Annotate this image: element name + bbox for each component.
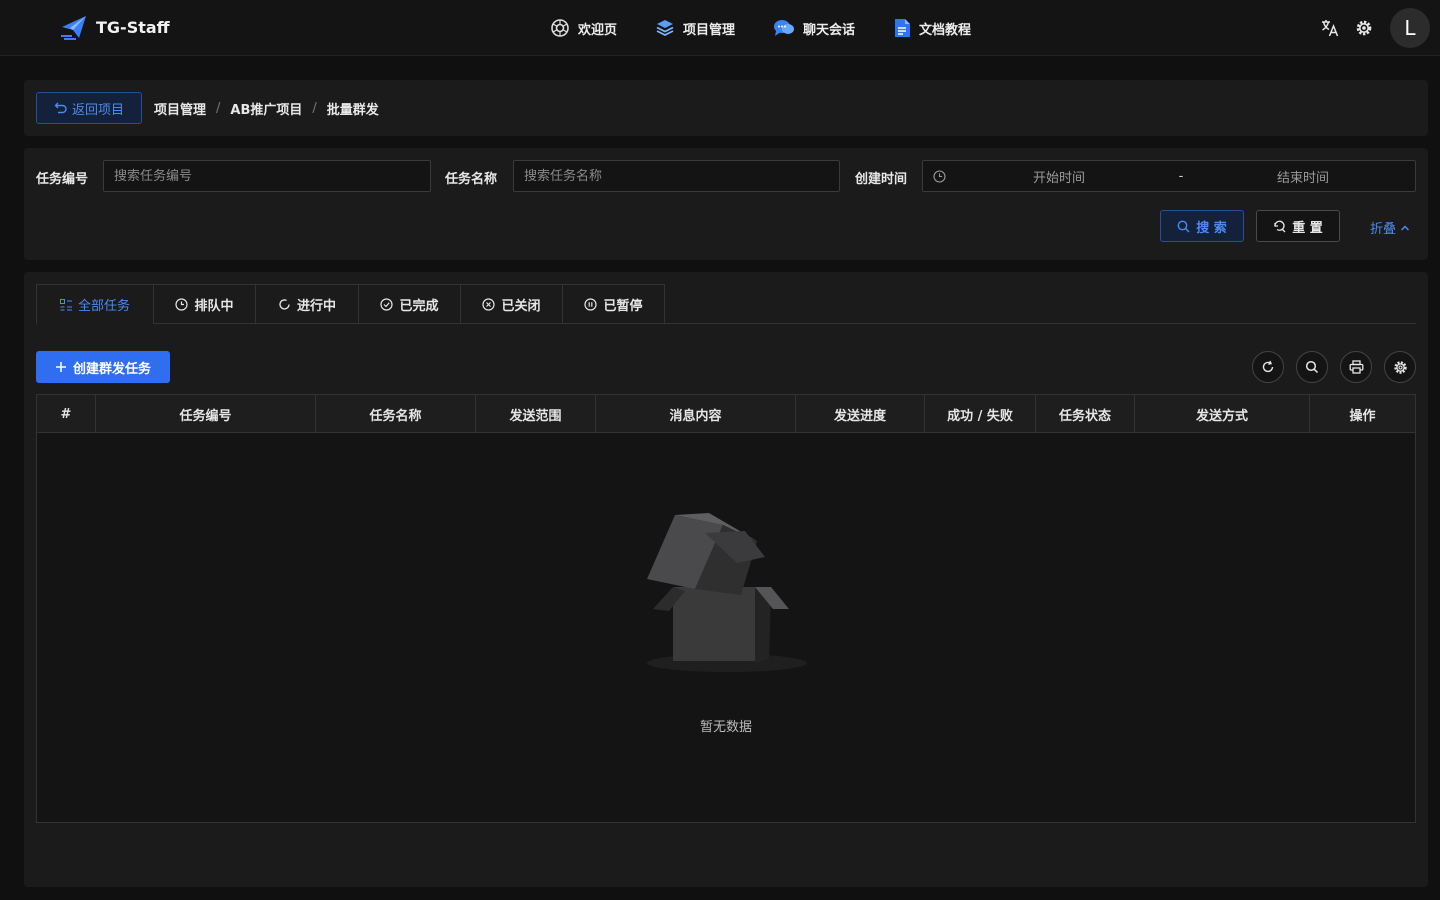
- create-label: 创建群发任务: [72, 361, 151, 377]
- search-icon: [1177, 220, 1190, 232]
- col-index: #: [37, 395, 96, 433]
- openai-icon: [551, 19, 569, 37]
- tab-all-tasks[interactable]: 全部任务: [36, 284, 153, 325]
- nav-label-welcome: 欢迎页: [578, 22, 618, 38]
- pause-circle-icon: [584, 297, 598, 311]
- tab-completed[interactable]: 已完成: [358, 284, 460, 324]
- col-task-no: 任务编号: [96, 395, 316, 433]
- table-body: 暂无数据: [37, 433, 1415, 822]
- chevron-up-icon: [1400, 224, 1410, 231]
- tab-closed[interactable]: 已关闭: [460, 284, 562, 324]
- created-time-label: 创建时间: [855, 172, 908, 187]
- tab-label: 已关闭: [501, 298, 541, 314]
- start-time-field[interactable]: 开始时间: [947, 167, 1171, 186]
- col-send-method: 发送方式: [1135, 395, 1310, 433]
- filter-panel: 任务编号 任务名称 创建时间 开始时间 - 结束时间 搜 索 重 置 折叠: [24, 148, 1428, 260]
- task-no-input[interactable]: [103, 160, 431, 192]
- back-label: 返回项目: [71, 102, 124, 118]
- nav-item-docs[interactable]: 文档教程: [893, 18, 971, 38]
- tab-label: 已完成: [399, 298, 439, 314]
- refresh-button[interactable]: [1252, 351, 1284, 383]
- breadcrumb-panel: 返回项目 项目管理 / AB推广项目 / 批量群发: [24, 80, 1428, 136]
- print-button[interactable]: [1340, 351, 1372, 383]
- end-time-field[interactable]: 结束时间: [1191, 167, 1415, 186]
- reset-button[interactable]: 重 置: [1256, 210, 1340, 242]
- task-table: # 任务编号 任务名称 发送范围 消息内容 发送进度 成功 / 失败 任务状态 …: [36, 394, 1416, 823]
- plus-icon: [55, 362, 66, 372]
- header-actions: L: [1320, 8, 1430, 48]
- back-to-project-button[interactable]: 返回项目: [36, 92, 142, 124]
- tab-label: 进行中: [296, 298, 336, 314]
- search-label: 搜 索: [1196, 220, 1227, 236]
- clock-icon: [175, 297, 189, 311]
- tab-queued[interactable]: 排队中: [153, 284, 255, 324]
- table-header: # 任务编号 任务名称 发送范围 消息内容 发送进度 成功 / 失败 任务状态 …: [37, 395, 1415, 433]
- fold-label: 折叠: [1370, 222, 1397, 237]
- breadcrumb-separator: /: [312, 101, 317, 116]
- nav-item-projects[interactable]: 项目管理: [655, 18, 735, 38]
- nav-item-chats[interactable]: 聊天会话: [773, 18, 855, 38]
- create-broadcast-task-button[interactable]: 创建群发任务: [36, 351, 170, 383]
- empty-state-text: 暂无数据: [699, 720, 752, 735]
- gear-icon: [1393, 360, 1407, 374]
- chat-bubbles-icon: [774, 20, 795, 36]
- user-avatar[interactable]: L: [1390, 8, 1430, 48]
- col-message-content: 消息内容: [596, 395, 796, 433]
- layers-icon: [656, 20, 674, 37]
- app-name: TG-Staff: [96, 17, 170, 37]
- col-task-name: 任务名称: [316, 395, 476, 433]
- translate-icon[interactable]: [1320, 18, 1340, 38]
- task-no-label: 任务编号: [36, 172, 89, 187]
- table-tools: [1252, 351, 1416, 383]
- settings-gear-icon[interactable]: [1354, 18, 1374, 38]
- col-send-scope: 发送范围: [476, 395, 596, 433]
- table-search-button[interactable]: [1296, 351, 1328, 383]
- document-icon: [895, 19, 911, 37]
- task-table-panel: 全部任务 排队中 进行中 已完成 已关闭 已暂停 创建群发任务 # 任务编号 任…: [24, 272, 1428, 887]
- search-icon: [1305, 360, 1319, 374]
- return-arrow-icon: [54, 102, 67, 114]
- tab-in-progress[interactable]: 进行中: [255, 284, 358, 324]
- nav-label-projects: 项目管理: [683, 22, 736, 38]
- printer-icon: [1349, 360, 1363, 374]
- app-logo[interactable]: TG-Staff: [60, 14, 170, 40]
- top-bar: TG-Staff 欢迎页 项目管理 聊天会话 文档教程 L: [0, 0, 1440, 56]
- refresh-icon: [1262, 360, 1274, 373]
- empty-box-icon: [647, 513, 807, 672]
- reset-search-icon: [1274, 220, 1286, 232]
- tab-paused[interactable]: 已暂停: [562, 284, 665, 324]
- col-success-fail: 成功 / 失败: [925, 395, 1036, 433]
- nav-item-welcome[interactable]: 欢迎页: [550, 18, 617, 38]
- task-name-label: 任务名称: [445, 172, 498, 187]
- search-button[interactable]: 搜 索: [1160, 210, 1244, 242]
- tab-label: 已暂停: [603, 298, 643, 314]
- loading-icon: [279, 298, 290, 310]
- main-nav: 欢迎页 项目管理 聊天会话 文档教程: [550, 0, 1009, 56]
- col-task-status: 任务状态: [1036, 395, 1135, 433]
- breadcrumb-item-current: 批量群发: [326, 103, 379, 118]
- nav-label-chats: 聊天会话: [803, 22, 856, 38]
- col-send-progress: 发送进度: [796, 395, 925, 433]
- list-grid-icon: [59, 298, 72, 310]
- check-circle-icon: [380, 297, 394, 311]
- fold-toggle[interactable]: 折叠: [1370, 218, 1410, 237]
- tab-label: 排队中: [194, 298, 234, 314]
- breadcrumb: 项目管理 / AB推广项目 / 批量群发: [154, 99, 379, 118]
- status-tabs: 全部任务 排队中 进行中 已完成 已关闭 已暂停: [36, 284, 1416, 325]
- close-circle-icon: [482, 297, 496, 311]
- clock-icon: [933, 169, 947, 183]
- task-name-input[interactable]: [513, 160, 840, 192]
- date-range-picker[interactable]: 开始时间 - 结束时间: [922, 160, 1416, 192]
- tab-label: 全部任务: [77, 299, 130, 314]
- breadcrumb-item-projects[interactable]: 项目管理: [154, 99, 206, 118]
- nav-label-docs: 文档教程: [919, 22, 972, 38]
- paper-plane-logo-icon: [61, 16, 86, 40]
- breadcrumb-item-project[interactable]: AB推广项目: [230, 99, 302, 118]
- column-settings-button[interactable]: [1384, 351, 1416, 383]
- reset-label: 重 置: [1292, 220, 1323, 236]
- col-actions: 操作: [1349, 408, 1376, 424]
- breadcrumb-separator: /: [216, 101, 221, 116]
- range-separator: -: [1178, 168, 1184, 184]
